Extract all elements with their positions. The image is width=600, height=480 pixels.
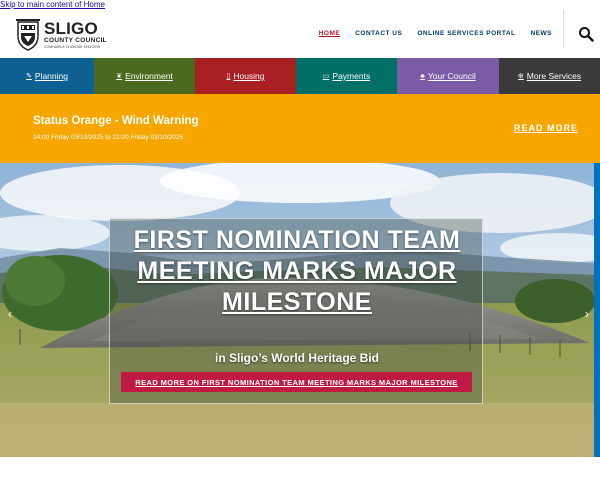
nav-environment-label: Environment	[125, 71, 173, 81]
brand-name: SLIGO	[44, 19, 98, 38]
top-nav-contact-us[interactable]: CONTACT US	[355, 30, 402, 37]
nav-housing[interactable]: ▯ Housing	[195, 58, 296, 94]
chevron-left-icon[interactable]: ‹	[3, 301, 17, 327]
top-nav-home[interactable]: HOME	[319, 30, 341, 37]
plus-circle-icon: ⊕	[517, 73, 524, 80]
content-area-start	[0, 457, 600, 480]
nav-housing-label: Housing	[233, 71, 265, 81]
people-icon: ♣	[420, 72, 425, 80]
hero-slider: ‹ › FIRST NOMINATION TEAM MEETING MARKS …	[0, 163, 594, 457]
leaf-icon: ❦	[116, 73, 123, 80]
nav-planning-label: Planning	[34, 71, 68, 81]
brand-subtitle: COUNTY COUNCIL	[44, 37, 107, 44]
search-icon[interactable]	[578, 26, 594, 42]
hero-subtitle: in Sligo’s World Heritage Bid	[214, 351, 379, 365]
nav-payments[interactable]: ▭ Payments	[296, 58, 397, 94]
page-scroll-accent	[594, 163, 600, 457]
site-logo[interactable]: SLIGO COUNTY COUNCIL COMHAIRLE CHONTAE S…	[16, 17, 111, 53]
main-service-navigation: ✎ Planning ❦ Environment ▯ Housing ▭ Pay…	[0, 58, 600, 94]
card-icon: ▭	[322, 73, 330, 80]
pin-icon: ✎	[26, 73, 32, 80]
building-icon: ▯	[226, 73, 231, 80]
skip-to-content-link[interactable]: Skip to main content of Home	[0, 0, 105, 10]
brand-irish-name: COMHAIRLE CHONTAE SHLIGIGH	[44, 45, 101, 49]
logo-text: SLIGO COUNTY COUNCIL COMHAIRLE CHONTAE S…	[44, 20, 107, 50]
nav-payments-label: Payments	[332, 71, 371, 81]
alert-time: 14:00 Friday 03/10/2025 to 22:00 Friday …	[33, 134, 183, 141]
hero-read-more-button[interactable]: READ MORE ON FIRST NOMINATION TEAM MEETI…	[121, 372, 472, 392]
alert-read-more-link[interactable]: READ MORE	[514, 123, 578, 133]
header-divider	[563, 10, 564, 48]
nav-your-council[interactable]: ♣ Your Council	[397, 58, 499, 94]
top-nav-online-services-portal[interactable]: ONLINE SERVICES PORTAL	[417, 30, 515, 37]
hero-caption: FIRST NOMINATION TEAM MEETING MARKS MAJO…	[109, 218, 483, 404]
hero-title[interactable]: FIRST NOMINATION TEAM MEETING MARKS MAJO…	[110, 225, 484, 318]
nav-planning[interactable]: ✎ Planning	[0, 58, 94, 94]
chevron-right-icon[interactable]: ›	[580, 301, 594, 327]
alert-title: Status Orange - Wind Warning	[33, 115, 199, 127]
county-crest-icon	[16, 19, 40, 51]
top-nav-news[interactable]: NEWS	[531, 30, 553, 37]
top-navigation: HOME CONTACT US ONLINE SERVICES PORTAL N…	[304, 30, 552, 37]
nav-more-services-label: More Services	[526, 71, 582, 81]
weather-alert-banner: Status Orange - Wind Warning 14:00 Frida…	[0, 94, 600, 163]
nav-environment[interactable]: ❦ Environment	[94, 58, 195, 94]
nav-your-council-label: Your Council	[427, 71, 476, 81]
nav-more-services[interactable]: ⊕ More Services	[499, 58, 600, 94]
